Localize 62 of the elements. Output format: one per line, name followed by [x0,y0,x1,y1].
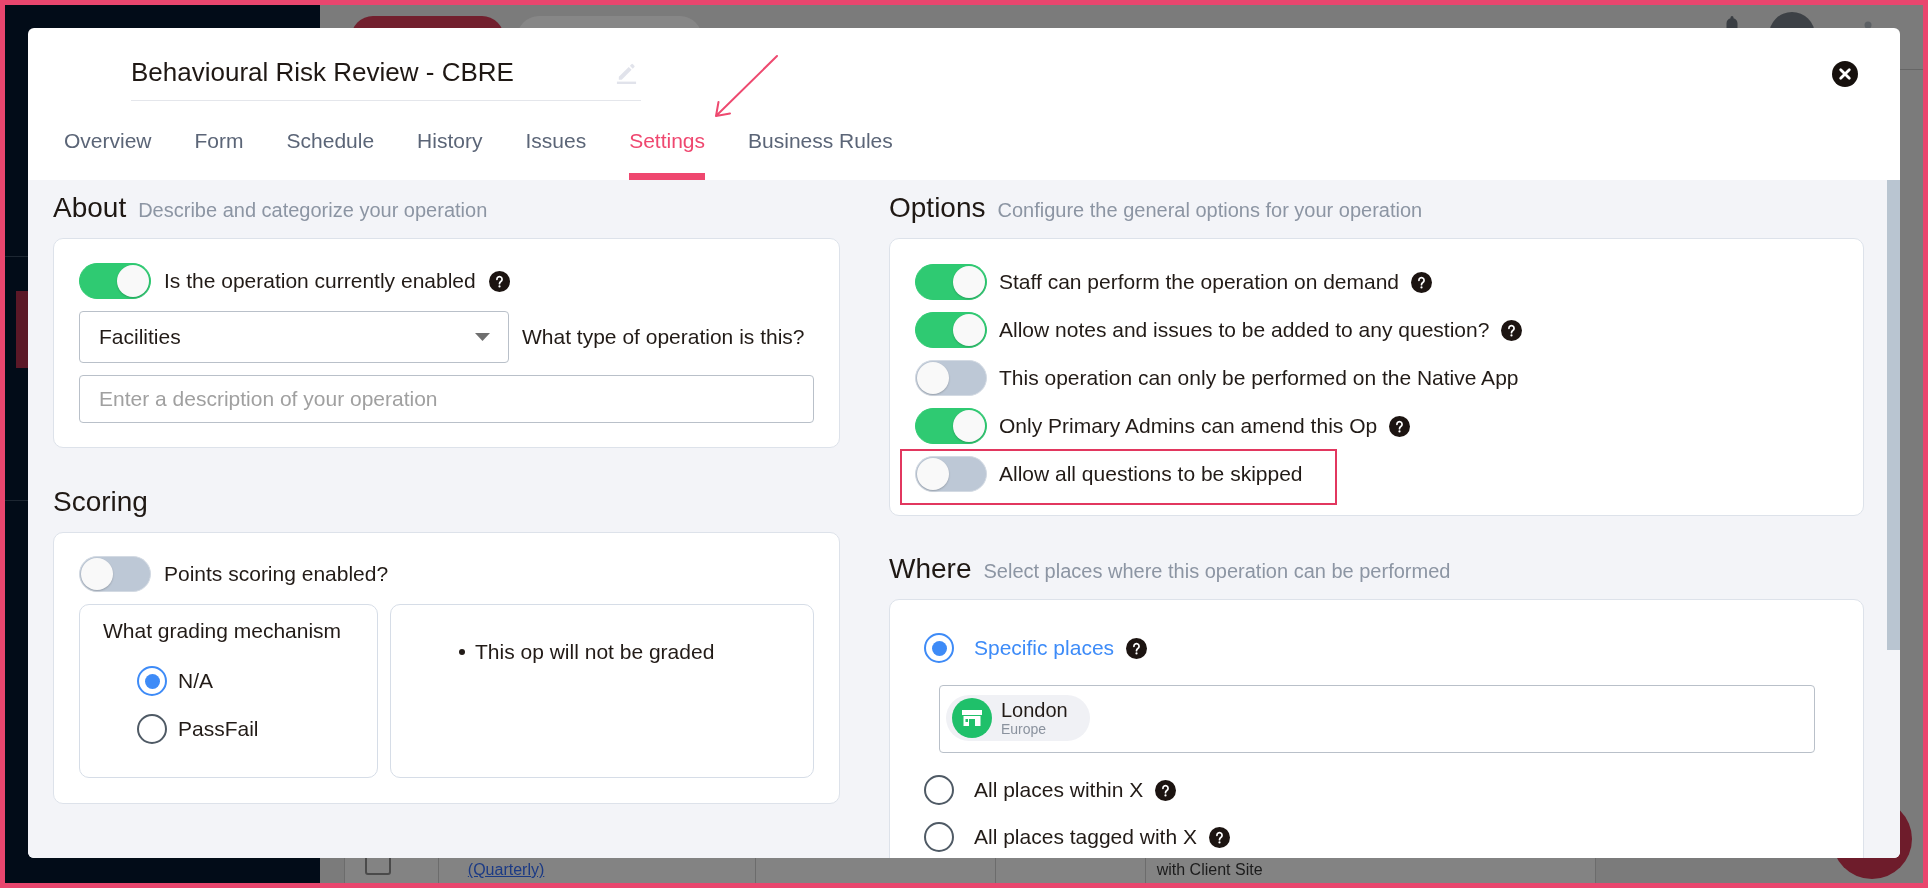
place-name: London [1001,699,1068,721]
help-icon[interactable] [1411,271,1433,293]
places-field[interactable]: London Europe [939,685,1815,753]
help-icon[interactable] [1155,779,1177,801]
radio-label: N/A [178,669,213,693]
section-heading: Where [889,553,972,585]
radio-button[interactable] [137,714,167,744]
radio-label: PassFail [178,717,259,741]
toggle-label: Points scoring enabled? [164,562,389,586]
radio-label: Specific places [974,636,1115,660]
tab[interactable]: Issues [525,129,587,180]
operation-title: Behavioural Risk Review - CBRE [131,56,514,88]
tab[interactable]: Form [194,129,244,180]
store-icon [952,698,992,738]
type-dropdown[interactable]: Facilities [79,311,509,363]
toggle-switch[interactable] [79,263,151,299]
place-region: Europe [1001,721,1048,737]
radio-button[interactable] [924,822,954,852]
tab[interactable]: Schedule [286,129,375,180]
table-cell: with Client Site [1156,860,1263,879]
help-icon[interactable] [1389,415,1411,437]
section-description: Configure the general options for your operation [997,198,1423,222]
radio-button[interactable] [137,666,167,696]
help-icon[interactable] [488,270,510,292]
close-icon[interactable] [1832,61,1858,87]
toggle-switch[interactable] [915,408,987,444]
field-label: What type of operation is this? [522,325,805,349]
tab[interactable]: Overview [64,129,152,180]
toggle-switch[interactable] [79,556,151,592]
help-icon[interactable] [1126,637,1148,659]
grading-question: What grading mechanism [103,619,343,643]
toggle-switch[interactable] [915,264,987,300]
scrollbar-thumb[interactable] [1887,180,1900,650]
section-heading: Options [889,192,986,224]
radio-button[interactable] [924,633,954,663]
description-field[interactable]: Enter a description of your operation [79,375,814,423]
toggle-label: Is the operation currently enabled [164,269,476,293]
toggle-label: Allow notes and issues to be added to any question? [999,318,1490,342]
toggle-label: Only Primary Admins can amend this Op [999,414,1378,438]
toggle-label: Staff can perform the operation on demand [999,270,1400,294]
toggle-switch[interactable] [915,360,987,396]
help-icon[interactable] [1501,319,1523,341]
radio-button[interactable] [924,775,954,805]
toggle-label: Allow all questions to be skipped [999,462,1303,486]
place-chip[interactable]: London Europe [946,695,1090,741]
caret-icon [475,333,490,341]
title-field[interactable]: Behavioural Risk Review - CBRE [131,56,641,101]
help-icon[interactable] [1208,826,1230,848]
note-text: This op will not be graded [475,640,715,664]
section-description: Describe and categorize your operation [138,198,488,222]
bell-icon[interactable] [1724,16,1740,28]
section-description: Select places where this operation can be performed [983,559,1451,583]
radio-label: All places within X [974,778,1144,802]
tab[interactable]: History [417,129,483,180]
toggle-label: This operation can only be performed on the Native App [999,366,1519,390]
section-heading: About [53,192,127,224]
radio-label: All places tagged with X [974,825,1197,849]
toggle-switch[interactable] [915,312,987,348]
toggle-switch[interactable] [915,456,987,492]
section-heading: Scoring [53,486,148,518]
bullet-icon [459,649,465,655]
tab[interactable]: Business Rules [748,129,893,180]
